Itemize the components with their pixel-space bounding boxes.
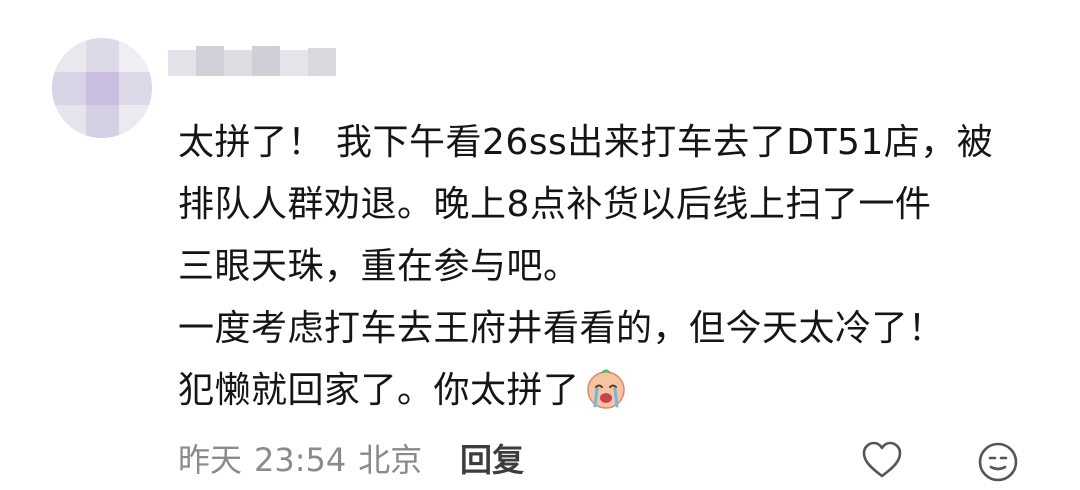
reply-button[interactable]: 回复 — [460, 440, 524, 480]
avatar[interactable] — [52, 38, 152, 138]
heart-outline-icon[interactable] — [860, 440, 904, 480]
comment-line: 一度考虑打车去王府井看看的，但今天太冷了！ — [178, 308, 945, 349]
comment-line-text: 犯懒就回家了。你太拼了 — [178, 370, 580, 411]
comment-item: 太拼了！ 我下午看26ss出来打车去了DT51店，被 排队人群劝退。晚上8点补货… — [0, 0, 1080, 490]
comment-text: 太拼了！ 我下午看26ss出来打车去了DT51店，被 排队人群劝退。晚上8点补货… — [178, 112, 1058, 422]
comment-time: 23:54 — [254, 441, 347, 479]
comment-line: 排队人群劝退。晚上8点补货以后线上扫了一件 — [178, 184, 932, 225]
comment-location: 北京 — [358, 441, 423, 479]
comment-date: 昨天 — [178, 441, 243, 479]
comment-line: 三眼天珠，重在参与吧。 — [178, 246, 580, 287]
comment-line: 太拼了！ 我下午看26ss出来打车去了DT51店，被 — [178, 122, 994, 163]
username-blurred[interactable] — [168, 42, 336, 84]
comment-meta: 昨天 23:54 北京 — [178, 440, 434, 480]
comment-line-last: 犯懒就回家了。你太拼了 — [178, 360, 1058, 422]
crying-face-emoji-icon — [584, 366, 628, 410]
smiley-face-icon[interactable] — [976, 440, 1020, 484]
